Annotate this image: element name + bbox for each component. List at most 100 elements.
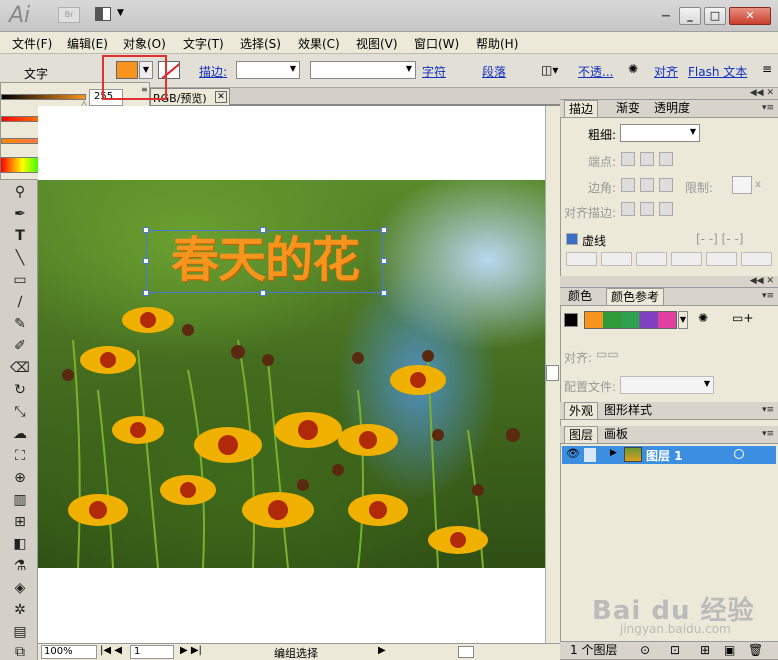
limit-input[interactable]: [732, 176, 752, 194]
eyedropper-icon[interactable]: ⚗: [9, 556, 31, 576]
lock-toggle[interactable]: [584, 448, 596, 462]
new-sublayer-icon[interactable]: ⊞: [696, 642, 714, 659]
close-tab-icon[interactable]: ✕: [215, 91, 227, 103]
align-center-icon[interactable]: [621, 202, 635, 216]
rotate-tool-icon[interactable]: ↻: [9, 380, 31, 400]
scrollbar-thumb[interactable]: [546, 365, 559, 381]
character-link[interactable]: 字符: [422, 63, 446, 80]
shape-builder-icon[interactable]: ⊕: [9, 468, 31, 488]
delete-layer-icon[interactable]: 🗑: [744, 642, 767, 659]
layers-menu-icon[interactable]: ▾≡: [762, 429, 774, 439]
scale-tool-icon[interactable]: ⤡: [9, 402, 31, 422]
zoom-select[interactable]: 100%: [41, 645, 97, 659]
corner-bevel-icon[interactable]: [659, 178, 673, 192]
collapse-color-icon[interactable]: ◀◀ ✕: [750, 276, 774, 286]
align-icons[interactable]: ▭▭: [596, 347, 619, 361]
minimize-panel-icon[interactable]: ▁: [662, 6, 670, 17]
close-button[interactable]: ✕: [729, 7, 771, 25]
cap-butt-icon[interactable]: [621, 152, 635, 166]
column-graph-icon[interactable]: ▤: [9, 622, 31, 642]
handle-bl[interactable]: [143, 290, 149, 296]
menu-effect[interactable]: 效果(C): [298, 35, 340, 52]
handle-tl[interactable]: [143, 227, 149, 233]
corner-round-icon[interactable]: [640, 178, 654, 192]
eraser-tool-icon[interactable]: ⌫: [9, 358, 31, 378]
appearance-menu-icon[interactable]: ▾≡: [762, 405, 774, 415]
tab-appearance[interactable]: 外观: [564, 402, 599, 419]
menu-type[interactable]: 文字(T): [183, 35, 224, 52]
warp-tool-icon[interactable]: ☁: [9, 424, 31, 444]
tab-graphic-styles[interactable]: 图形样式: [600, 402, 656, 419]
hscroll-thumb[interactable]: [458, 646, 474, 658]
align-inside-icon[interactable]: [640, 202, 654, 216]
minimize-button[interactable]: _: [679, 7, 701, 25]
status-menu-arrow[interactable]: ▶: [378, 645, 386, 656]
line-tool-icon[interactable]: ╲: [9, 248, 31, 268]
handle-tr[interactable]: [381, 227, 387, 233]
flash-text-link[interactable]: Flash 文本: [688, 63, 747, 80]
collapse-icon[interactable]: ◀◀ ✕: [750, 88, 774, 98]
dash-field[interactable]: [636, 252, 667, 266]
new-layer-icon[interactable]: ▣: [720, 642, 739, 659]
arrange-documents-button[interactable]: ▼: [95, 6, 131, 24]
menu-window[interactable]: 窗口(W): [414, 35, 459, 52]
expand-triangle-icon[interactable]: ▶: [610, 448, 617, 458]
symbol-sprayer-icon[interactable]: ✲: [9, 600, 31, 620]
stroke-weight-select[interactable]: ▼: [236, 61, 300, 79]
layer-row[interactable]: 👁 ▶ 图层 1: [562, 446, 776, 464]
cap-square-icon[interactable]: [659, 152, 673, 166]
tab-layers[interactable]: 图层: [564, 426, 599, 443]
recolor-icon[interactable]: ✺: [628, 62, 638, 76]
tab-artboards[interactable]: 画板: [600, 426, 632, 443]
edit-colors-icon[interactable]: ✺: [698, 311, 708, 325]
pencil-tool-icon[interactable]: ✎: [9, 314, 31, 334]
weight-select[interactable]: ▼: [620, 124, 700, 142]
tab-color[interactable]: 颜色: [564, 288, 596, 305]
handle-ml[interactable]: [143, 258, 149, 264]
maximize-button[interactable]: □: [704, 7, 726, 25]
handle-tc[interactable]: [260, 227, 266, 233]
magic-wand-icon[interactable]: ⚲: [9, 182, 31, 202]
menu-select[interactable]: 选择(S): [240, 35, 281, 52]
tab-color-guide[interactable]: 颜色参考: [606, 288, 665, 305]
blend-tool-icon[interactable]: ◈: [9, 578, 31, 598]
page-nav-last[interactable]: ▶ ▶|: [180, 645, 202, 656]
free-transform-icon[interactable]: ⛶: [9, 446, 31, 466]
graph-tool-icon[interactable]: ▥: [9, 490, 31, 510]
menu-object[interactable]: 对象(O): [123, 35, 166, 52]
menu-view[interactable]: 视图(V): [356, 35, 398, 52]
handle-bc[interactable]: [260, 290, 266, 296]
bridge-button[interactable]: Br: [58, 7, 80, 23]
eye-icon[interactable]: 👁: [566, 447, 580, 460]
pen-tool-icon[interactable]: ✒: [9, 204, 31, 224]
control-menu-icon[interactable]: ≡: [762, 62, 772, 76]
opacity-link[interactable]: 不透...: [578, 63, 613, 80]
dash-field[interactable]: [566, 252, 597, 266]
menu-edit[interactable]: 编辑(E): [67, 35, 108, 52]
handle-br[interactable]: [381, 290, 387, 296]
dash-field[interactable]: [706, 252, 737, 266]
paragraph-link[interactable]: 段落: [482, 63, 506, 80]
align-link[interactable]: 对齐: [654, 63, 678, 80]
handle-mr[interactable]: [381, 258, 387, 264]
dash-field[interactable]: [601, 252, 632, 266]
page-nav-first[interactable]: |◀ ◀: [100, 645, 122, 656]
artboard-tool-icon[interactable]: ⧉: [9, 642, 31, 660]
dashed-checkbox[interactable]: [566, 233, 578, 245]
blob-brush-icon[interactable]: ✐: [9, 336, 31, 356]
brush-select[interactable]: ▼: [310, 61, 416, 79]
menu-help[interactable]: 帮助(H): [476, 35, 518, 52]
tab-stroke[interactable]: 描边: [564, 100, 599, 117]
gradient-tool-icon[interactable]: ◧: [9, 534, 31, 554]
target-icon[interactable]: [734, 449, 744, 459]
align-outside-icon[interactable]: [659, 202, 673, 216]
stroke-link[interactable]: 描边:: [199, 63, 227, 80]
style-icon[interactable]: ◫▾: [541, 63, 558, 77]
r-slider[interactable]: [1, 94, 86, 100]
dash-field[interactable]: [741, 252, 772, 266]
brush-tool-icon[interactable]: ∕: [9, 292, 31, 312]
mesh-tool-icon[interactable]: ⊞: [9, 512, 31, 532]
tab-gradient[interactable]: 渐变: [612, 100, 644, 117]
dash-field[interactable]: [671, 252, 702, 266]
stroke-panel-menu-icon[interactable]: ▾≡: [762, 103, 774, 113]
